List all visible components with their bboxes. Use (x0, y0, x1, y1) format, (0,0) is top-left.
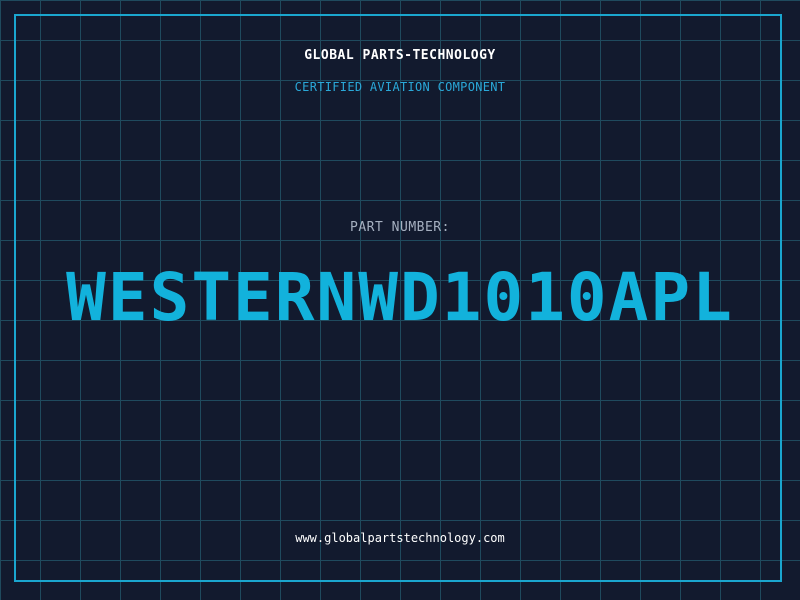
certification-subtitle: CERTIFIED AVIATION COMPONENT (294, 80, 506, 94)
label-canvas: GLOBAL PARTS-TECHNOLOGY CERTIFIED AVIATI… (0, 0, 800, 600)
part-number-label: PART NUMBER: (350, 220, 450, 235)
website-url: www.globalpartstechnology.com (295, 531, 505, 545)
part-number-value: WESTERNWD1010APL (66, 259, 734, 336)
company-name: GLOBAL PARTS-TECHNOLOGY (304, 48, 496, 63)
